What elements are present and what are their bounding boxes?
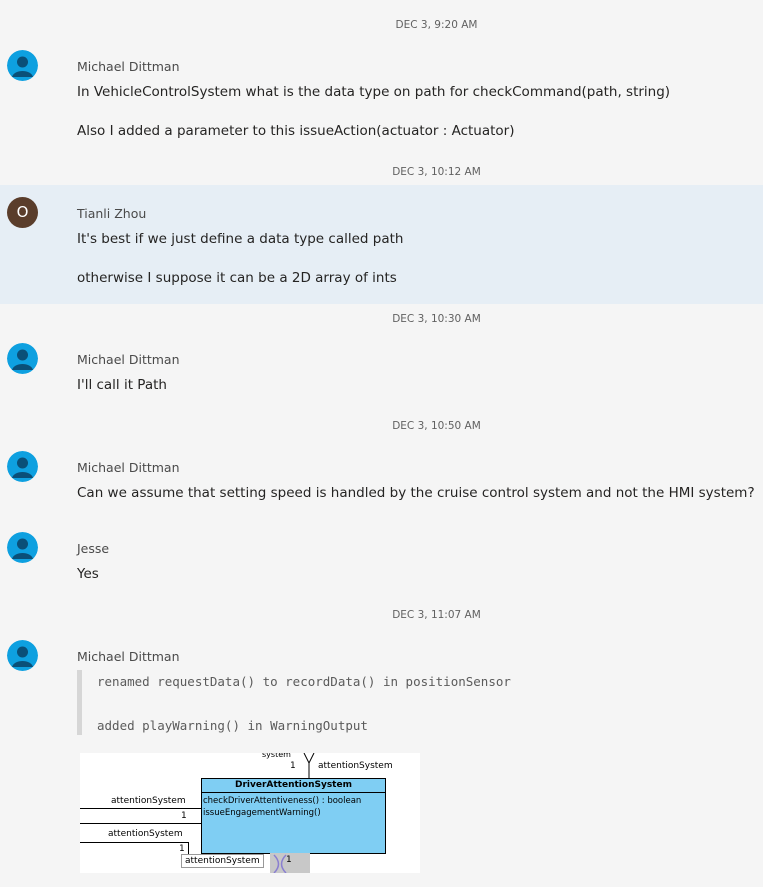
message-text: I'll call it Path (77, 377, 167, 393)
timestamp: DEC 3, 10:50 AM (392, 420, 481, 432)
uml-diagram-image[interactable]: system 1 attentionSystem DriverAttention… (80, 753, 420, 873)
uml-method: checkDriverAttentiveness() : boolean (203, 796, 362, 806)
uml-association-line (80, 842, 188, 843)
user-avatar-icon[interactable] (7, 640, 38, 671)
uml-left-multiplicity: 1 (181, 811, 187, 821)
uml-association-line (80, 808, 201, 809)
author-name[interactable]: Michael Dittman (77, 59, 180, 75)
author-name[interactable]: Michael Dittman (77, 352, 180, 368)
uml-top-role: attentionSystem (318, 761, 393, 771)
timestamp: DEC 3, 9:20 AM (395, 19, 478, 31)
uml-left-role: attentionSystem (108, 829, 183, 839)
code-block-bar (77, 670, 82, 735)
uml-association-arrow-icon (303, 753, 315, 779)
user-avatar-icon[interactable] (7, 50, 38, 81)
uml-class-driverattentionsystem: DriverAttentionSystem checkDriverAttenti… (201, 778, 386, 854)
author-name[interactable]: Michael Dittman (77, 460, 180, 476)
uml-bottom-role: attentionSystem (181, 854, 264, 868)
user-avatar-icon[interactable] (7, 343, 38, 374)
uml-left-role: attentionSystem (111, 796, 186, 806)
code-line: added playWarning() in WarningOutput (97, 718, 368, 733)
message-text: In VehicleControlSystem what is the data… (77, 84, 671, 100)
code-line: renamed requestData() to recordData() in… (97, 674, 511, 689)
uml-top-label: system (262, 753, 291, 759)
author-name[interactable]: Jesse (77, 541, 109, 557)
message-text: otherwise I suppose it can be a 2D array… (77, 270, 397, 286)
timestamp: DEC 3, 10:30 AM (392, 313, 481, 325)
uml-method: issueEngagementWarning() (203, 808, 321, 818)
user-avatar-icon[interactable] (7, 532, 38, 563)
uml-class-title: DriverAttentionSystem (202, 779, 385, 793)
author-name[interactable]: Tianli Zhou (77, 206, 146, 222)
chat-feed: DEC 3, 9:20 AM Michael Dittman In Vehicl… (0, 0, 763, 887)
user-avatar-icon[interactable] (7, 451, 38, 482)
message-text: Yes (77, 566, 99, 582)
author-name[interactable]: Michael Dittman (77, 649, 180, 665)
message-text: Also I added a parameter to this issueAc… (77, 123, 515, 139)
user-avatar[interactable]: O (7, 197, 38, 228)
uml-association-line (80, 823, 201, 824)
message-text: Can we assume that setting speed is hand… (77, 485, 755, 501)
uml-bottom-multiplicity: 1 (286, 855, 292, 865)
timestamp: DEC 3, 11:07 AM (392, 609, 481, 621)
uml-association-line (188, 842, 189, 854)
timestamp: DEC 3, 10:12 AM (392, 166, 481, 178)
uml-top-multiplicity: 1 (290, 761, 296, 771)
message-text: It's best if we just define a data type … (77, 231, 404, 247)
